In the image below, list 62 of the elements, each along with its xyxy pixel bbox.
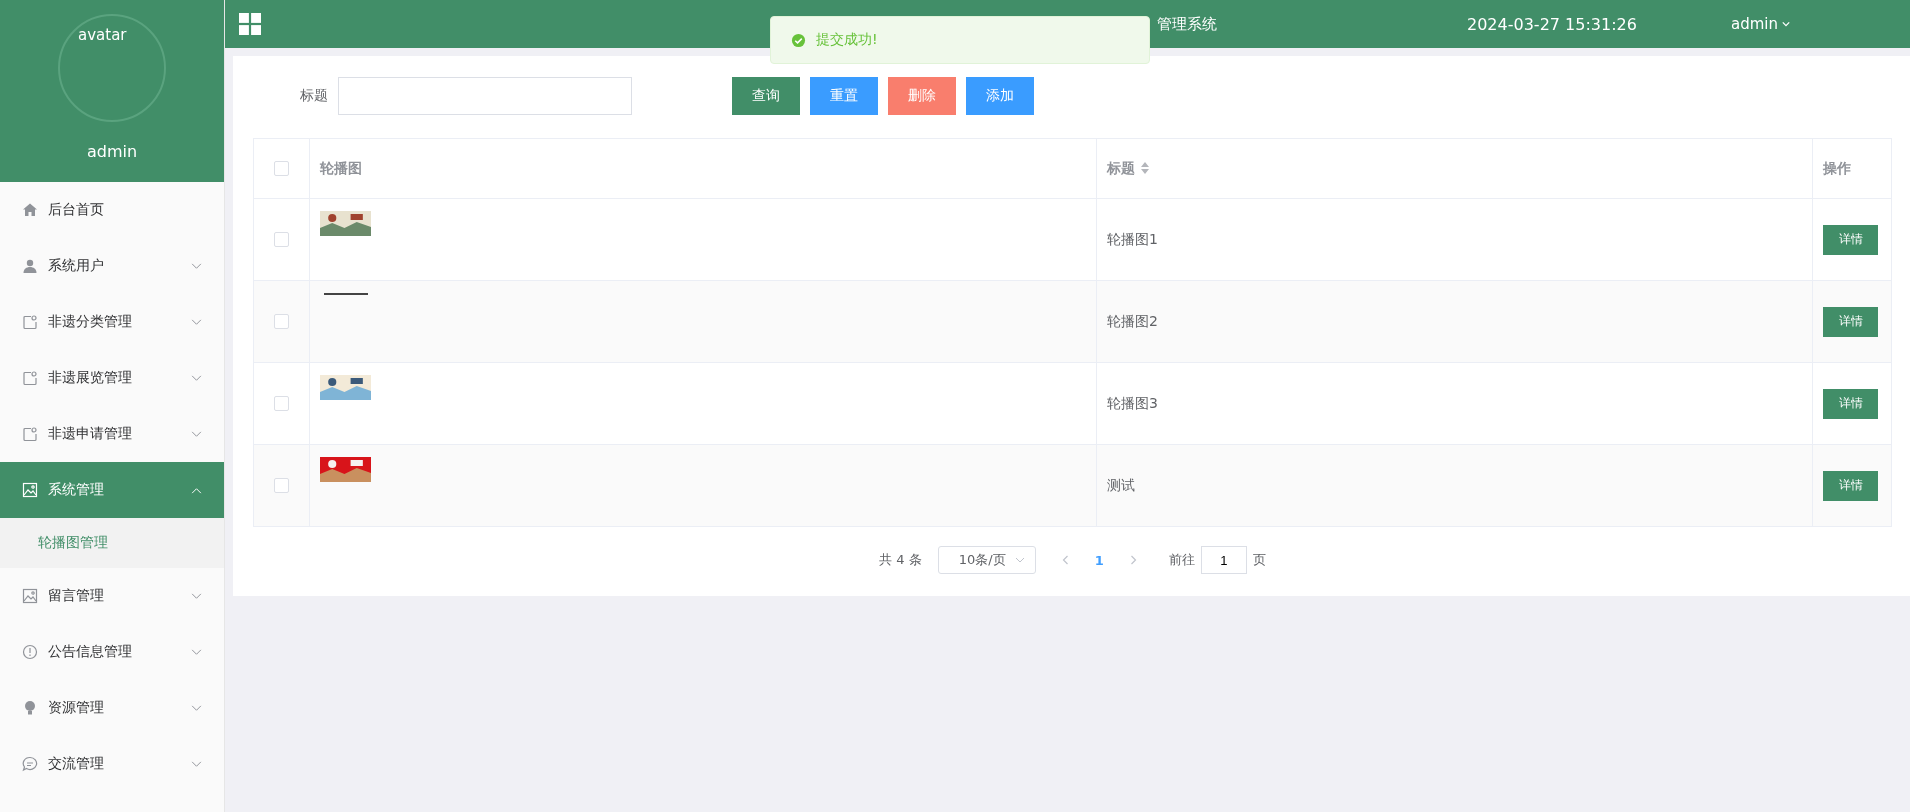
table-cell: 轮播图3 <box>1096 362 1813 445</box>
app-title: 管理系统 <box>1157 14 1217 34</box>
info-icon <box>22 644 38 660</box>
sidebar-item[interactable]: 非遗分类管理 <box>0 294 224 350</box>
sidebar-item[interactable]: 交流管理 <box>0 736 224 792</box>
sidebar-item[interactable]: 留言管理 <box>0 568 224 624</box>
total-count: 共 4 条 <box>879 551 922 569</box>
search-label: 标题 <box>300 87 328 105</box>
previous-page-icon[interactable] <box>1061 555 1069 565</box>
avatar-alt-text: avatar <box>78 26 127 44</box>
detail-button[interactable]: 详情 <box>1823 224 1878 255</box>
page-number[interactable]: 1 <box>1094 552 1104 568</box>
column-header: 轮播图 <box>309 138 1097 199</box>
sort-icon[interactable] <box>1141 161 1149 174</box>
image-icon <box>22 588 38 604</box>
image-icon <box>22 482 38 498</box>
table-cell: 轮播图2 <box>1096 280 1813 363</box>
next-page-icon[interactable] <box>1129 555 1137 565</box>
sidebar-item[interactable]: 系统用户 <box>0 238 224 294</box>
table-cell: 测试 <box>1096 444 1813 527</box>
user-menu[interactable]: admin <box>1730 15 1790 33</box>
column-header: 操作 <box>1812 138 1892 199</box>
doc-icon <box>22 314 38 330</box>
select-all-checkbox[interactable] <box>274 161 289 176</box>
check-circle-icon <box>791 32 806 48</box>
grid-icon[interactable] <box>239 13 261 35</box>
home-icon <box>22 202 38 218</box>
sidebar-item[interactable]: 非遗申请管理 <box>0 406 224 462</box>
page-input[interactable]: 1 <box>1200 546 1247 574</box>
title-search-field[interactable] <box>338 77 632 115</box>
sidebar-item[interactable]: 后台首页 <box>0 182 224 238</box>
column-header: 标题 <box>1096 138 1813 199</box>
row-checkbox[interactable] <box>274 232 289 247</box>
doc-icon <box>22 426 38 442</box>
row-checkbox[interactable] <box>274 396 289 411</box>
detail-button[interactable]: 详情 <box>1823 306 1878 337</box>
detail-button[interactable]: 详情 <box>1823 470 1878 501</box>
row-checkbox[interactable] <box>274 478 289 493</box>
toast-message: 提交成功! <box>816 31 878 49</box>
chat-icon <box>22 756 38 772</box>
page-size-select[interactable]: 10条/页 <box>937 546 1036 574</box>
sidebar-item[interactable]: 资源管理 <box>0 680 224 736</box>
datetime: 2024-03-27 15:31:26 <box>1467 14 1637 34</box>
action-button[interactable]: 查询 <box>732 77 800 115</box>
sidebar-item[interactable]: 公告信息管理 <box>0 624 224 680</box>
detail-button[interactable]: 详情 <box>1823 388 1878 419</box>
sidebar-item[interactable]: 非遗展览管理 <box>0 350 224 406</box>
row-checkbox[interactable] <box>274 314 289 329</box>
table-cell: 轮播图1 <box>1096 198 1813 281</box>
action-button[interactable]: 重置 <box>810 77 878 115</box>
sidebar-subitem[interactable]: 轮播图管理 <box>0 518 224 568</box>
action-button[interactable]: 添加 <box>966 77 1034 115</box>
action-button[interactable]: 删除 <box>888 77 956 115</box>
goto-label: 前往 <box>1168 551 1195 569</box>
caret-icon <box>1781 21 1790 27</box>
bulb-icon <box>22 700 38 716</box>
username: admin <box>86 142 138 161</box>
chevron-down-icon <box>1014 557 1025 563</box>
sidebar-item[interactable]: 系统管理 <box>0 462 224 518</box>
user-icon <box>22 258 38 274</box>
page-suffix: 页 <box>1252 551 1266 569</box>
doc-icon <box>22 370 38 386</box>
